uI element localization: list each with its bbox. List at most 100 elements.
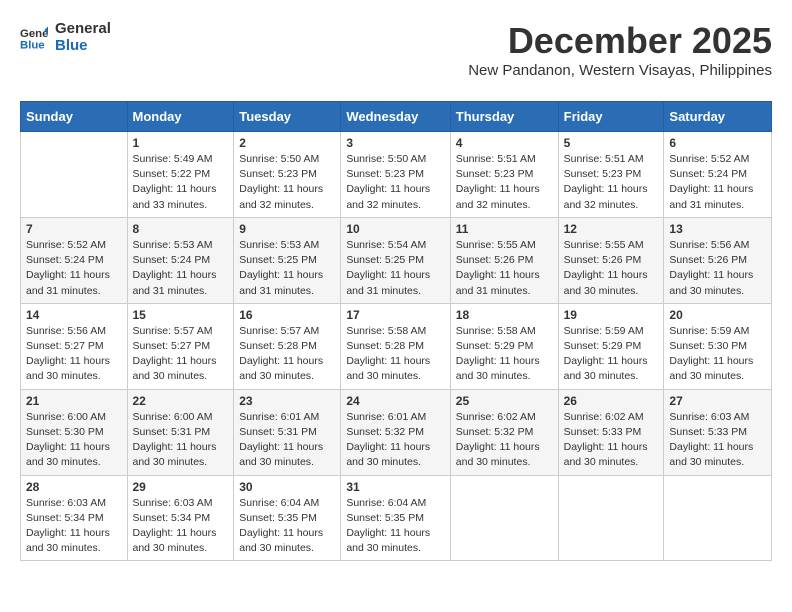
day-info: Sunrise: 6:04 AMSunset: 5:35 PMDaylight:… xyxy=(239,496,335,557)
day-number: 31 xyxy=(346,480,444,494)
day-cell: 9Sunrise: 5:53 AMSunset: 5:25 PMDaylight… xyxy=(234,217,341,303)
day-cell: 7 Sunrise: 5:52 AMSunset: 5:24 PMDaylight… xyxy=(21,217,128,303)
day-number: 8 xyxy=(133,222,229,236)
weekday-header-sunday: Sunday xyxy=(21,102,128,132)
weekday-header-wednesday: Wednesday xyxy=(341,102,450,132)
day-cell: 24Sunrise: 6:01 AMSunset: 5:32 PMDayligh… xyxy=(341,389,450,475)
day-cell: 6 Sunrise: 5:52 AMSunset: 5:24 PMDaylight… xyxy=(664,132,772,218)
day-cell: 26 Sunrise: 6:02 AMSunset: 5:33 PMDayligh… xyxy=(558,389,664,475)
day-cell xyxy=(558,475,664,561)
day-cell: 27 Sunrise: 6:03 AMSunset: 5:33 PMDayligh… xyxy=(664,389,772,475)
month-title: December 2025 xyxy=(468,20,772,62)
day-number: 13 xyxy=(669,222,766,236)
day-number: 26 xyxy=(564,394,659,408)
location-title: New Pandanon, Western Visayas, Philippin… xyxy=(468,62,772,79)
logo: General Blue General Blue xyxy=(20,20,111,55)
day-cell: 29 Sunrise: 6:03 AMSunset: 5:34 PMDayligh… xyxy=(127,475,234,561)
day-cell: 3 Sunrise: 5:50 AMSunset: 5:23 PMDaylight… xyxy=(341,132,450,218)
day-number: 25 xyxy=(456,394,553,408)
day-cell: 11Sunrise: 5:55 AMSunset: 5:26 PMDayligh… xyxy=(450,217,558,303)
day-number: 2 xyxy=(239,136,335,150)
day-number: 18 xyxy=(456,308,553,322)
day-info: Sunrise: 5:57 AMSunset: 5:28 PMDaylight:… xyxy=(239,324,335,385)
svg-text:Blue: Blue xyxy=(20,40,45,52)
day-info: Sunrise: 5:52 AMSunset: 5:24 PMDaylight:… xyxy=(669,152,766,213)
day-cell: 22Sunrise: 6:00 AMSunset: 5:31 PMDayligh… xyxy=(127,389,234,475)
day-cell: 16 Sunrise: 5:57 AMSunset: 5:28 PMDayligh… xyxy=(234,303,341,389)
day-cell: 2 Sunrise: 5:50 AMSunset: 5:23 PMDaylight… xyxy=(234,132,341,218)
week-row-5: 28 Sunrise: 6:03 AMSunset: 5:34 PMDayligh… xyxy=(21,475,772,561)
day-info: Sunrise: 5:58 AMSunset: 5:28 PMDaylight:… xyxy=(346,324,444,385)
day-cell: 10Sunrise: 5:54 AMSunset: 5:25 PMDayligh… xyxy=(341,217,450,303)
day-cell: 23 Sunrise: 6:01 AMSunset: 5:31 PMDayligh… xyxy=(234,389,341,475)
day-cell: 18 Sunrise: 5:58 AMSunset: 5:29 PMDayligh… xyxy=(450,303,558,389)
day-number: 24 xyxy=(346,394,444,408)
day-info: Sunrise: 5:56 AMSunset: 5:27 PMDaylight:… xyxy=(26,324,122,385)
day-cell: 30 Sunrise: 6:04 AMSunset: 5:35 PMDayligh… xyxy=(234,475,341,561)
day-info: Sunrise: 5:54 AMSunset: 5:25 PMDaylight:… xyxy=(346,238,444,299)
day-info: Sunrise: 5:50 AMSunset: 5:23 PMDaylight:… xyxy=(346,152,444,213)
day-number: 9 xyxy=(239,222,335,236)
day-info: Sunrise: 5:51 AMSunset: 5:23 PMDaylight:… xyxy=(456,152,553,213)
weekday-header-row: SundayMondayTuesdayWednesdayThursdayFrid… xyxy=(21,102,772,132)
week-row-4: 21Sunrise: 6:00 AMSunset: 5:30 PMDayligh… xyxy=(21,389,772,475)
day-info: Sunrise: 6:03 AMSunset: 5:34 PMDaylight:… xyxy=(133,496,229,557)
weekday-header-friday: Friday xyxy=(558,102,664,132)
day-info: Sunrise: 5:57 AMSunset: 5:27 PMDaylight:… xyxy=(133,324,229,385)
day-number: 30 xyxy=(239,480,335,494)
day-number: 12 xyxy=(564,222,659,236)
day-cell: 5Sunrise: 5:51 AMSunset: 5:23 PMDaylight… xyxy=(558,132,664,218)
day-number: 17 xyxy=(346,308,444,322)
weekday-header-tuesday: Tuesday xyxy=(234,102,341,132)
day-info: Sunrise: 6:04 AMSunset: 5:35 PMDaylight:… xyxy=(346,496,444,557)
general-blue-icon: General Blue xyxy=(20,23,48,51)
day-info: Sunrise: 5:58 AMSunset: 5:29 PMDaylight:… xyxy=(456,324,553,385)
day-number: 7 xyxy=(26,222,122,236)
svg-text:General: General xyxy=(20,28,48,40)
day-number: 28 xyxy=(26,480,122,494)
day-number: 27 xyxy=(669,394,766,408)
day-cell: 20Sunrise: 5:59 AMSunset: 5:30 PMDayligh… xyxy=(664,303,772,389)
title-section: December 2025 New Pandanon, Western Visa… xyxy=(468,20,772,89)
day-number: 23 xyxy=(239,394,335,408)
day-number: 14 xyxy=(26,308,122,322)
day-number: 4 xyxy=(456,136,553,150)
weekday-header-thursday: Thursday xyxy=(450,102,558,132)
day-info: Sunrise: 5:56 AMSunset: 5:26 PMDaylight:… xyxy=(669,238,766,299)
logo-line2: Blue xyxy=(55,37,111,54)
day-cell: 8 Sunrise: 5:53 AMSunset: 5:24 PMDaylight… xyxy=(127,217,234,303)
calendar-table: SundayMondayTuesdayWednesdayThursdayFrid… xyxy=(20,101,772,561)
day-cell: 17 Sunrise: 5:58 AMSunset: 5:28 PMDayligh… xyxy=(341,303,450,389)
day-cell: 15 Sunrise: 5:57 AMSunset: 5:27 PMDayligh… xyxy=(127,303,234,389)
day-cell: 1 Sunrise: 5:49 AMSunset: 5:22 PMDaylight… xyxy=(127,132,234,218)
weekday-header-monday: Monday xyxy=(127,102,234,132)
day-info: Sunrise: 6:02 AMSunset: 5:33 PMDaylight:… xyxy=(564,410,659,471)
day-number: 29 xyxy=(133,480,229,494)
day-cell xyxy=(450,475,558,561)
day-info: Sunrise: 5:52 AMSunset: 5:24 PMDaylight:… xyxy=(26,238,122,299)
day-info: Sunrise: 6:03 AMSunset: 5:33 PMDaylight:… xyxy=(669,410,766,471)
day-info: Sunrise: 5:50 AMSunset: 5:23 PMDaylight:… xyxy=(239,152,335,213)
day-number: 6 xyxy=(669,136,766,150)
day-number: 15 xyxy=(133,308,229,322)
weekday-header-saturday: Saturday xyxy=(664,102,772,132)
day-cell: 21Sunrise: 6:00 AMSunset: 5:30 PMDayligh… xyxy=(21,389,128,475)
day-info: Sunrise: 5:53 AMSunset: 5:24 PMDaylight:… xyxy=(133,238,229,299)
day-cell: 14 Sunrise: 5:56 AMSunset: 5:27 PMDayligh… xyxy=(21,303,128,389)
day-info: Sunrise: 5:49 AMSunset: 5:22 PMDaylight:… xyxy=(133,152,229,213)
day-cell: 19Sunrise: 5:59 AMSunset: 5:29 PMDayligh… xyxy=(558,303,664,389)
day-number: 3 xyxy=(346,136,444,150)
day-number: 1 xyxy=(133,136,229,150)
day-info: Sunrise: 6:01 AMSunset: 5:31 PMDaylight:… xyxy=(239,410,335,471)
day-cell: 25Sunrise: 6:02 AMSunset: 5:32 PMDayligh… xyxy=(450,389,558,475)
week-row-2: 7 Sunrise: 5:52 AMSunset: 5:24 PMDaylight… xyxy=(21,217,772,303)
week-row-1: 1 Sunrise: 5:49 AMSunset: 5:22 PMDaylight… xyxy=(21,132,772,218)
day-info: Sunrise: 5:51 AMSunset: 5:23 PMDaylight:… xyxy=(564,152,659,213)
day-number: 19 xyxy=(564,308,659,322)
day-info: Sunrise: 6:00 AMSunset: 5:30 PMDaylight:… xyxy=(26,410,122,471)
day-number: 16 xyxy=(239,308,335,322)
day-number: 22 xyxy=(133,394,229,408)
day-number: 20 xyxy=(669,308,766,322)
week-row-3: 14 Sunrise: 5:56 AMSunset: 5:27 PMDayligh… xyxy=(21,303,772,389)
day-cell: 4 Sunrise: 5:51 AMSunset: 5:23 PMDaylight… xyxy=(450,132,558,218)
